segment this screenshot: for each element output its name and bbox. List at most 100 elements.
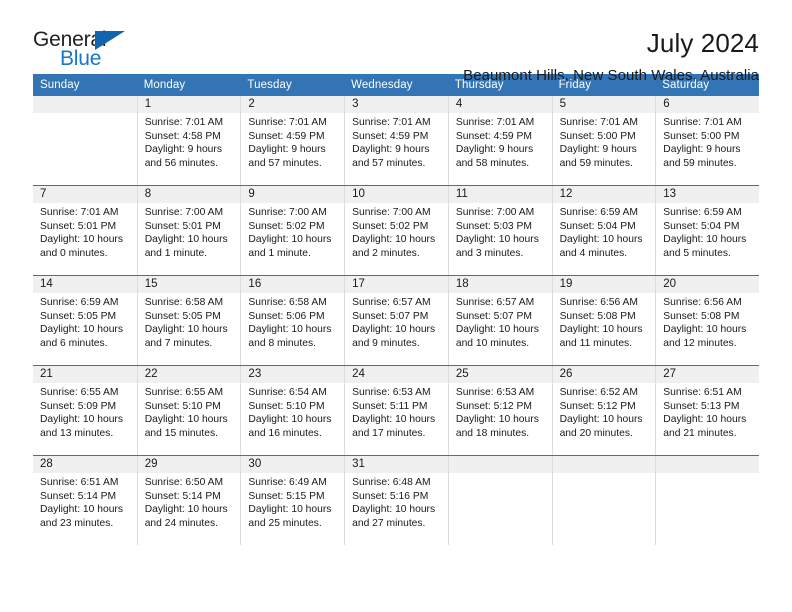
calendar-day-cell[interactable]: 6 Sunrise: 7:01 AM Sunset: 5:00 PM Daylig… xyxy=(655,96,759,185)
page-title: July 2024 xyxy=(646,28,759,58)
calendar-day-cell[interactable]: 15 Sunrise: 6:58 AM Sunset: 5:05 PM Dayli… xyxy=(136,276,241,365)
calendar-day-cell[interactable]: 16 Sunrise: 6:58 AM Sunset: 5:06 PM Dayli… xyxy=(240,276,345,365)
day-number: 23 xyxy=(241,366,345,383)
calendar-day-cell[interactable]: 5 Sunrise: 7:01 AM Sunset: 5:00 PM Daylig… xyxy=(551,96,656,185)
calendar-day-cell[interactable]: 29 Sunrise: 6:50 AM Sunset: 5:14 PM Dayli… xyxy=(136,456,241,545)
weekday-header-saturday: Saturday xyxy=(662,79,710,91)
sun-times-text: Sunrise: 7:01 AM Sunset: 4:59 PM Dayligh… xyxy=(248,117,327,169)
sun-times-text: Sunrise: 6:57 AM Sunset: 5:07 PM Dayligh… xyxy=(352,297,436,349)
day-number: 7 xyxy=(33,186,137,203)
calendar-week-row: 28 Sunrise: 6:51 AM Sunset: 5:14 PM Dayli… xyxy=(33,455,759,545)
calendar-day-cell[interactable]: 7 Sunrise: 7:01 AM Sunset: 5:01 PM Daylig… xyxy=(33,186,137,275)
calendar-day-cell[interactable]: 24 Sunrise: 6:53 AM Sunset: 5:11 PM Dayli… xyxy=(344,366,448,455)
general-blue-logo[interactable]: General Blue xyxy=(33,28,153,74)
sun-times-text: Sunrise: 6:53 AM Sunset: 5:11 PM Dayligh… xyxy=(352,387,436,439)
calendar-day-cell[interactable]: 10 Sunrise: 7:00 AM Sunset: 5:02 PM Dayli… xyxy=(344,186,448,275)
weekday-header-tuesday: Tuesday xyxy=(247,79,292,91)
sun-times-text: Sunrise: 7:00 AM Sunset: 5:02 PM Dayligh… xyxy=(248,207,332,259)
day-number: 4 xyxy=(448,96,552,113)
day-number: 18 xyxy=(448,276,552,293)
day-number: 19 xyxy=(552,276,656,293)
day-number: 25 xyxy=(448,366,552,383)
calendar-day-cell[interactable]: 26 Sunrise: 6:52 AM Sunset: 5:12 PM Dayli… xyxy=(551,366,656,455)
calendar-day-cell-empty xyxy=(551,456,656,545)
calendar-day-cell[interactable]: 30 Sunrise: 6:49 AM Sunset: 5:15 PM Dayli… xyxy=(240,456,345,545)
sun-times-text: Sunrise: 7:01 AM Sunset: 4:58 PM Dayligh… xyxy=(144,117,224,169)
sun-times-text: Sunrise: 7:00 AM Sunset: 5:01 PM Dayligh… xyxy=(144,207,228,259)
day-number: 9 xyxy=(241,186,345,203)
calendar-grid: Sunday Monday Tuesday Wednesday Thursday Frid… xyxy=(33,74,759,545)
sun-times-text: Sunrise: 6:55 AM Sunset: 5:09 PM Dayligh… xyxy=(40,387,123,439)
calendar-page: General Blue July 2024 Beaumont Hills, N… xyxy=(0,0,792,612)
day-number: 24 xyxy=(345,366,448,383)
day-number: 6 xyxy=(656,96,759,113)
calendar-day-cell[interactable]: 23 Sunrise: 6:54 AM Sunset: 5:10 PM Dayli… xyxy=(240,366,345,455)
sun-times-text: Sunrise: 6:51 AM Sunset: 5:14 PM Dayligh… xyxy=(40,477,123,529)
sun-times-text: Sunrise: 7:01 AM Sunset: 4:59 PM Dayligh… xyxy=(352,117,431,169)
day-number: 16 xyxy=(241,276,345,293)
sun-times-text: Sunrise: 7:01 AM Sunset: 5:00 PM Dayligh… xyxy=(663,117,742,169)
calendar-day-cell[interactable]: 18 Sunrise: 6:57 AM Sunset: 5:07 PM Dayli… xyxy=(447,276,552,365)
calendar-day-cell[interactable]: 11 Sunrise: 7:00 AM Sunset: 5:03 PM Dayli… xyxy=(447,186,552,275)
calendar-day-cell[interactable]: 14 Sunrise: 6:59 AM Sunset: 5:05 PM Dayli… xyxy=(33,276,137,365)
calendar-day-cell[interactable]: 3 Sunrise: 7:01 AM Sunset: 4:59 PM Daylig… xyxy=(344,96,448,185)
sun-times-text: Sunrise: 6:59 AM Sunset: 5:05 PM Dayligh… xyxy=(40,297,123,349)
calendar-day-cell-empty xyxy=(655,456,759,545)
sun-times-text: Sunrise: 7:00 AM Sunset: 5:03 PM Dayligh… xyxy=(455,207,539,259)
calendar-day-cell[interactable]: 22 Sunrise: 6:55 AM Sunset: 5:10 PM Dayli… xyxy=(136,366,241,455)
sun-times-text: Sunrise: 6:58 AM Sunset: 5:06 PM Dayligh… xyxy=(248,297,332,349)
sun-times-text: Sunrise: 7:01 AM Sunset: 5:00 PM Dayligh… xyxy=(559,117,638,169)
calendar-week-row: 14 Sunrise: 6:59 AM Sunset: 5:05 PM Dayli… xyxy=(33,275,759,365)
weekday-header-monday: Monday xyxy=(143,79,186,91)
calendar-day-cell[interactable]: 8 Sunrise: 7:00 AM Sunset: 5:01 PM Daylig… xyxy=(136,186,241,275)
sun-times-text: Sunrise: 6:59 AM Sunset: 5:04 PM Dayligh… xyxy=(559,207,643,259)
day-number: 28 xyxy=(33,456,137,473)
calendar-week-row: 21 Sunrise: 6:55 AM Sunset: 5:09 PM Dayli… xyxy=(33,365,759,455)
calendar-day-cell[interactable]: 31 Sunrise: 6:48 AM Sunset: 5:16 PM Dayli… xyxy=(344,456,448,545)
weekday-header-wednesday: Wednesday xyxy=(351,79,413,91)
day-number: 20 xyxy=(656,276,759,293)
logo-word-blue: Blue xyxy=(60,47,102,70)
day-number: 15 xyxy=(137,276,241,293)
calendar-day-cell[interactable]: 20 Sunrise: 6:56 AM Sunset: 5:08 PM Dayli… xyxy=(655,276,759,365)
day-number: 22 xyxy=(137,366,241,383)
sun-times-text: Sunrise: 7:01 AM Sunset: 5:01 PM Dayligh… xyxy=(40,207,123,259)
calendar-day-cell[interactable]: 2 Sunrise: 7:01 AM Sunset: 4:59 PM Daylig… xyxy=(240,96,345,185)
day-number xyxy=(656,456,759,473)
day-number: 21 xyxy=(33,366,137,383)
calendar-day-cell[interactable]: 25 Sunrise: 6:53 AM Sunset: 5:12 PM Dayli… xyxy=(447,366,552,455)
sun-times-text: Sunrise: 6:57 AM Sunset: 5:07 PM Dayligh… xyxy=(455,297,539,349)
weekday-header-row: Sunday Monday Tuesday Wednesday Thursday Frid… xyxy=(33,74,759,96)
day-number xyxy=(33,96,137,113)
calendar-day-cell[interactable]: 12 Sunrise: 6:59 AM Sunset: 5:04 PM Dayli… xyxy=(551,186,656,275)
calendar-day-cell[interactable]: 4 Sunrise: 7:01 AM Sunset: 4:59 PM Daylig… xyxy=(447,96,552,185)
weekday-header-thursday: Thursday xyxy=(454,79,504,91)
calendar-day-cell[interactable]: 1 Sunrise: 7:01 AM Sunset: 4:58 PM Daylig… xyxy=(136,96,241,185)
day-number: 12 xyxy=(552,186,656,203)
calendar-day-cell-empty xyxy=(33,96,137,185)
sun-times-text: Sunrise: 7:00 AM Sunset: 5:02 PM Dayligh… xyxy=(352,207,436,259)
calendar-day-cell[interactable]: 28 Sunrise: 6:51 AM Sunset: 5:14 PM Dayli… xyxy=(33,456,137,545)
calendar-day-cell[interactable]: 17 Sunrise: 6:57 AM Sunset: 5:07 PM Dayli… xyxy=(344,276,448,365)
day-number: 27 xyxy=(656,366,759,383)
calendar-day-cell[interactable]: 27 Sunrise: 6:51 AM Sunset: 5:13 PM Dayli… xyxy=(655,366,759,455)
sun-times-text: Sunrise: 6:53 AM Sunset: 5:12 PM Dayligh… xyxy=(455,387,539,439)
day-number xyxy=(552,456,656,473)
calendar-day-cell-empty xyxy=(447,456,552,545)
day-number xyxy=(448,456,552,473)
page-header: General Blue July 2024 Beaumont Hills, N… xyxy=(33,0,759,84)
calendar-day-cell[interactable]: 13 Sunrise: 6:59 AM Sunset: 5:04 PM Dayli… xyxy=(655,186,759,275)
day-number: 2 xyxy=(241,96,345,113)
sun-times-text: Sunrise: 6:55 AM Sunset: 5:10 PM Dayligh… xyxy=(144,387,228,439)
day-number: 8 xyxy=(137,186,241,203)
weekday-header-friday: Friday xyxy=(558,79,592,91)
day-number: 3 xyxy=(345,96,448,113)
calendar-day-cell[interactable]: 19 Sunrise: 6:56 AM Sunset: 5:08 PM Dayli… xyxy=(551,276,656,365)
sun-times-text: Sunrise: 6:56 AM Sunset: 5:08 PM Dayligh… xyxy=(559,297,643,349)
sun-times-text: Sunrise: 6:52 AM Sunset: 5:12 PM Dayligh… xyxy=(559,387,643,439)
sun-times-text: Sunrise: 6:51 AM Sunset: 5:13 PM Dayligh… xyxy=(663,387,747,439)
day-number: 30 xyxy=(241,456,345,473)
calendar-day-cell[interactable]: 21 Sunrise: 6:55 AM Sunset: 5:09 PM Dayli… xyxy=(33,366,137,455)
day-number: 14 xyxy=(33,276,137,293)
calendar-day-cell[interactable]: 9 Sunrise: 7:00 AM Sunset: 5:02 PM Daylig… xyxy=(240,186,345,275)
